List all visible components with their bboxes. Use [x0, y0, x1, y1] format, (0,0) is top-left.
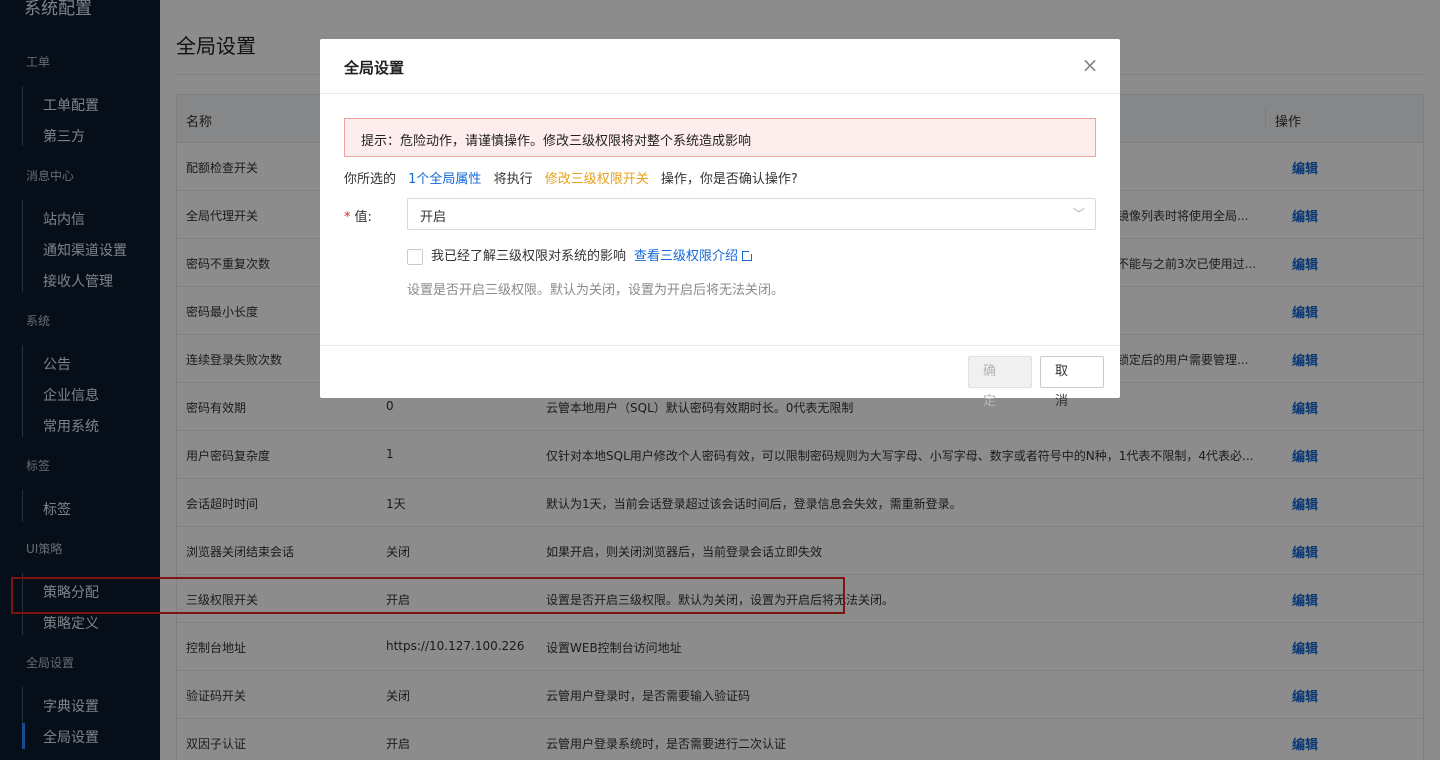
modal-footer: 确 定 取 消	[320, 345, 1120, 409]
confirm-action: 修改三级权限开关	[544, 172, 649, 187]
alert-text: 提示：危险动作，请谨慎操作。修改三级权限将对整个系统造成影响	[361, 134, 752, 149]
acknowledge-checkbox[interactable]	[407, 248, 423, 265]
confirm-prefix: 你所选的	[344, 172, 397, 187]
modal-title: 全局设置	[344, 59, 405, 77]
value-label-text: 值:	[354, 210, 372, 225]
value-label: * 值:	[344, 206, 372, 225]
warning-alert: 提示：危险动作，请谨慎操作。修改三级权限将对整个系统造成影响	[344, 118, 1096, 157]
confirm-middle: 将执行	[493, 172, 533, 187]
value-select-text: 开启	[420, 210, 447, 225]
modal-header: 全局设置 ×	[320, 39, 1120, 94]
global-settings-modal: 全局设置 × 提示：危险动作，请谨慎操作。修改三级权限将对整个系统造成影响 你所…	[320, 39, 1120, 409]
acknowledge-row: 我已经了解三级权限对系统的影响 查看三级权限介绍	[407, 245, 755, 265]
value-select[interactable]: 开启 ﹀	[407, 198, 1096, 230]
help-text: 设置是否开启三级权限。默认为关闭，设置为开启后将无法关闭。	[407, 283, 785, 298]
confirm-button[interactable]: 确 定	[968, 356, 1032, 409]
confirm-message: 你所选的 1个全局属性 将执行 修改三级权限开关 操作，你是否确认操作?	[344, 168, 806, 187]
required-asterisk: *	[344, 210, 351, 225]
external-link-icon[interactable]	[742, 249, 755, 261]
confirm-suffix: 操作，你是否确认操作?	[660, 172, 798, 187]
close-icon[interactable]: ×	[1080, 53, 1100, 77]
cancel-button[interactable]: 取 消	[1040, 356, 1104, 409]
confirm-selection: 1个全局属性	[408, 172, 482, 187]
three-level-permission-link[interactable]: 查看三级权限介绍	[634, 249, 738, 264]
chevron-down-icon: ﹀	[1072, 207, 1085, 221]
acknowledge-label[interactable]: 我已经了解三级权限对系统的影响	[431, 249, 626, 264]
